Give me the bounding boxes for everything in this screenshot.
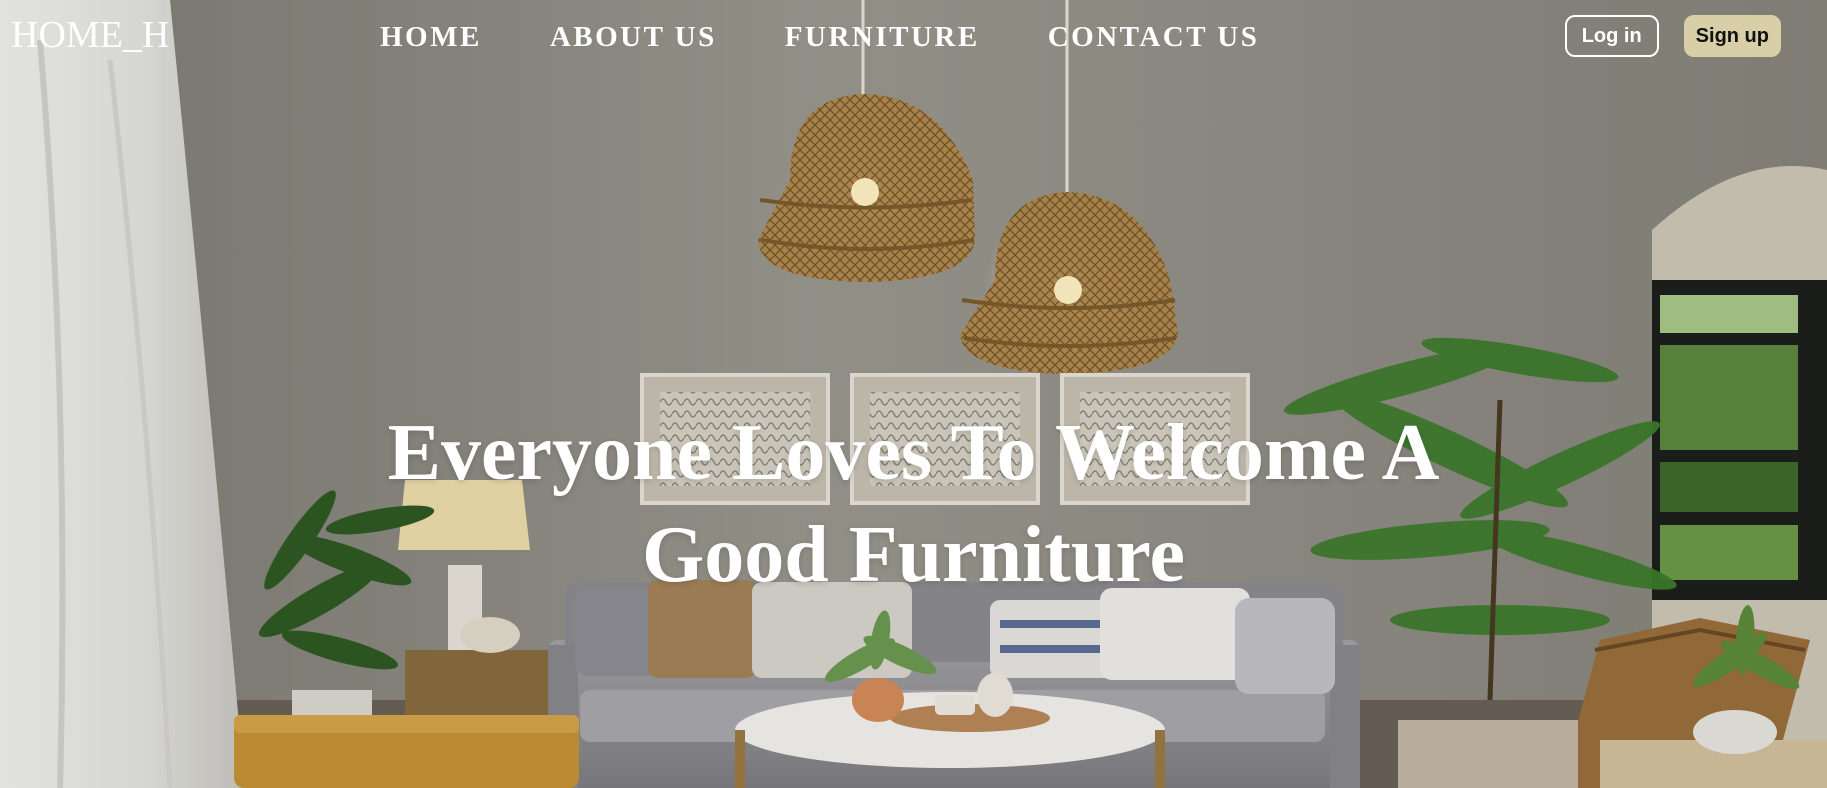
signup-button[interactable]: Sign up xyxy=(1683,15,1781,57)
nav-item-contact-us: CONTACT US xyxy=(1048,21,1260,54)
main-nav: HOME ABOUT US FURNITURE CONTACT US xyxy=(380,21,1260,54)
nav-link-contact-us[interactable]: CONTACT US xyxy=(1048,21,1260,54)
auth-buttons: Log in Sign up xyxy=(1564,15,1781,57)
site-header: HOME_H HOME ABOUT US FURNITURE CONTACT U… xyxy=(0,0,1827,80)
hero-title: Everyone Loves To Welcome A Good Furnitu… xyxy=(387,409,1440,599)
nav-link-about-us[interactable]: ABOUT US xyxy=(550,21,717,54)
hero-background-image xyxy=(0,0,1827,788)
site-logo[interactable]: HOME_H xyxy=(11,16,169,54)
landing-page: HOME_H HOME ABOUT US FURNITURE CONTACT U… xyxy=(0,0,1827,788)
hero-section: Everyone Loves To Welcome A Good Furnitu… xyxy=(0,402,1827,606)
nav-link-furniture[interactable]: FURNITURE xyxy=(785,21,980,54)
nav-item-about-us: ABOUT US xyxy=(550,21,717,54)
nav-link-home[interactable]: HOME xyxy=(380,21,482,54)
nav-item-furniture: FURNITURE xyxy=(785,21,980,54)
login-button[interactable]: Log in xyxy=(1564,15,1659,57)
nav-item-home: HOME xyxy=(380,21,482,54)
